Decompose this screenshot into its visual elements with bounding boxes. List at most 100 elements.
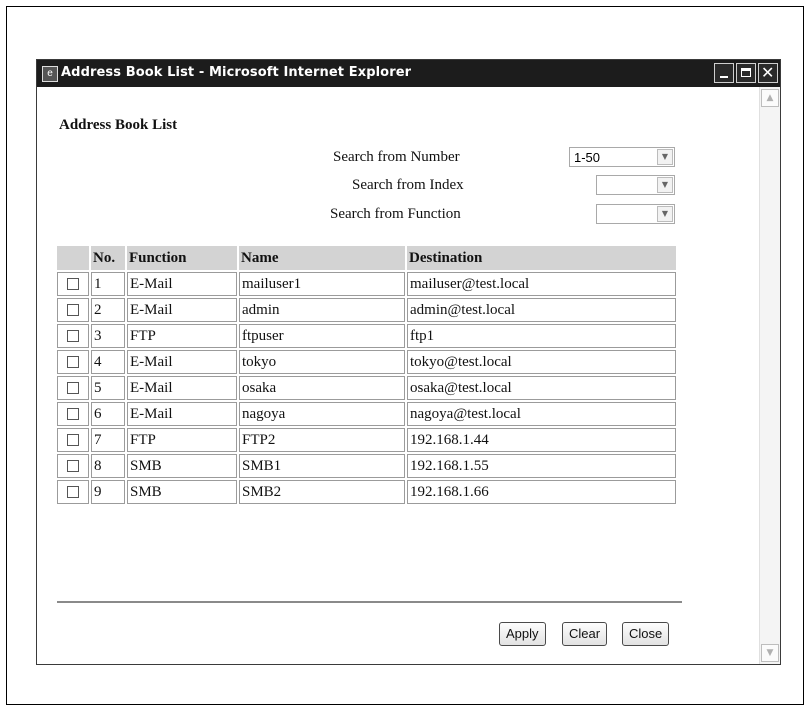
close-icon: ✕ xyxy=(761,63,775,82)
header-destination: Destination xyxy=(407,246,676,270)
maximize-button[interactable] xyxy=(736,63,756,83)
row-checkbox[interactable] xyxy=(67,486,79,499)
row-function: FTP xyxy=(127,428,237,452)
row-select-cell xyxy=(57,454,89,478)
window-controls: ✕ xyxy=(714,63,778,83)
table-row[interactable]: 4 E-Mail tokyo tokyo@test.local xyxy=(57,350,676,374)
row-name: mailuser1 xyxy=(239,272,405,296)
row-destination: 192.168.1.66 xyxy=(407,480,676,504)
row-destination: nagoya@test.local xyxy=(407,402,676,426)
row-name: SMB1 xyxy=(239,454,405,478)
row-destination: mailuser@test.local xyxy=(407,272,676,296)
table-row[interactable]: 7 FTP FTP2 192.168.1.44 xyxy=(57,428,676,452)
search-index-label: Search from Index xyxy=(352,177,464,193)
row-no: 4 xyxy=(91,350,125,374)
table-row[interactable]: 3 FTP ftpuser ftp1 xyxy=(57,324,676,348)
header-name: Name xyxy=(239,246,405,270)
row-checkbox[interactable] xyxy=(67,434,79,447)
browser-window: e Address Book List - Microsoft Internet… xyxy=(36,59,781,665)
row-no: 2 xyxy=(91,298,125,322)
close-button[interactable]: Close xyxy=(622,622,670,646)
table-row[interactable]: 2 E-Mail admin admin@test.local xyxy=(57,298,676,322)
scroll-down-icon[interactable]: ▼ xyxy=(761,644,779,662)
row-checkbox[interactable] xyxy=(67,408,79,421)
chevron-down-icon: ▼ xyxy=(657,149,673,165)
search-function-select[interactable]: ▼ xyxy=(596,204,675,224)
row-name: admin xyxy=(239,298,405,322)
row-name: FTP2 xyxy=(239,428,405,452)
header-function: Function xyxy=(127,246,237,270)
ie-page-icon: e xyxy=(42,66,58,82)
row-checkbox[interactable] xyxy=(67,356,79,369)
row-name: tokyo xyxy=(239,350,405,374)
header-select xyxy=(57,246,89,270)
row-name: osaka xyxy=(239,376,405,400)
table-header-row: No. Function Name Destination xyxy=(57,246,676,270)
window-title: Address Book List - Microsoft Internet E… xyxy=(61,65,412,80)
clear-button[interactable]: Clear xyxy=(562,622,608,646)
vertical-scrollbar[interactable]: ▲ ▼ xyxy=(759,87,780,664)
row-name: ftpuser xyxy=(239,324,405,348)
row-function: E-Mail xyxy=(127,376,237,400)
row-function: E-Mail xyxy=(127,272,237,296)
row-name: SMB2 xyxy=(239,480,405,504)
row-select-cell xyxy=(57,350,89,374)
row-function: SMB xyxy=(127,454,237,478)
row-checkbox[interactable] xyxy=(67,278,79,291)
row-select-cell xyxy=(57,298,89,322)
table-row[interactable]: 6 E-Mail nagoya nagoya@test.local xyxy=(57,402,676,426)
row-no: 9 xyxy=(91,480,125,504)
row-checkbox[interactable] xyxy=(67,330,79,343)
apply-button[interactable]: Apply xyxy=(499,622,546,646)
row-select-cell xyxy=(57,480,89,504)
maximize-icon xyxy=(741,68,751,77)
row-destination: 192.168.1.55 xyxy=(407,454,676,478)
header-no: No. xyxy=(91,246,125,270)
row-function: SMB xyxy=(127,480,237,504)
row-select-cell xyxy=(57,428,89,452)
row-function: E-Mail xyxy=(127,298,237,322)
minimize-button[interactable] xyxy=(714,63,734,83)
page-content: Address Book List Search from Number 1-5… xyxy=(37,87,759,664)
chevron-down-icon: ▼ xyxy=(657,206,673,222)
search-number-select[interactable]: 1-50 ▼ xyxy=(569,147,675,167)
table-row[interactable]: 8 SMB SMB1 192.168.1.55 xyxy=(57,454,676,478)
search-number-label: Search from Number xyxy=(333,149,460,165)
row-name: nagoya xyxy=(239,402,405,426)
row-select-cell xyxy=(57,272,89,296)
close-window-button[interactable]: ✕ xyxy=(758,63,778,83)
table-row[interactable]: 9 SMB SMB2 192.168.1.66 xyxy=(57,480,676,504)
row-no: 5 xyxy=(91,376,125,400)
row-destination: osaka@test.local xyxy=(407,376,676,400)
row-destination: tokyo@test.local xyxy=(407,350,676,374)
row-no: 7 xyxy=(91,428,125,452)
minimize-icon xyxy=(720,76,728,78)
address-table: No. Function Name Destination 1 E-Mail m… xyxy=(55,244,678,506)
search-number-value: 1-50 xyxy=(574,150,601,165)
row-no: 3 xyxy=(91,324,125,348)
row-destination: 192.168.1.44 xyxy=(407,428,676,452)
row-function: E-Mail xyxy=(127,402,237,426)
table-row[interactable]: 5 E-Mail osaka osaka@test.local xyxy=(57,376,676,400)
window-titlebar[interactable]: e Address Book List - Microsoft Internet… xyxy=(37,60,780,87)
row-select-cell xyxy=(57,324,89,348)
chevron-down-icon: ▼ xyxy=(657,177,673,193)
row-select-cell xyxy=(57,402,89,426)
row-function: E-Mail xyxy=(127,350,237,374)
row-destination: admin@test.local xyxy=(407,298,676,322)
search-function-label: Search from Function xyxy=(330,206,461,222)
row-checkbox[interactable] xyxy=(67,304,79,317)
row-no: 6 xyxy=(91,402,125,426)
scroll-up-icon[interactable]: ▲ xyxy=(761,89,779,107)
row-select-cell xyxy=(57,376,89,400)
table-row[interactable]: 1 E-Mail mailuser1 mailuser@test.local xyxy=(57,272,676,296)
search-index-select[interactable]: ▼ xyxy=(596,175,675,195)
row-function: FTP xyxy=(127,324,237,348)
row-checkbox[interactable] xyxy=(67,382,79,395)
row-no: 1 xyxy=(91,272,125,296)
page-title: Address Book List xyxy=(59,117,178,133)
divider xyxy=(57,601,682,603)
row-destination: ftp1 xyxy=(407,324,676,348)
row-checkbox[interactable] xyxy=(67,460,79,473)
row-no: 8 xyxy=(91,454,125,478)
